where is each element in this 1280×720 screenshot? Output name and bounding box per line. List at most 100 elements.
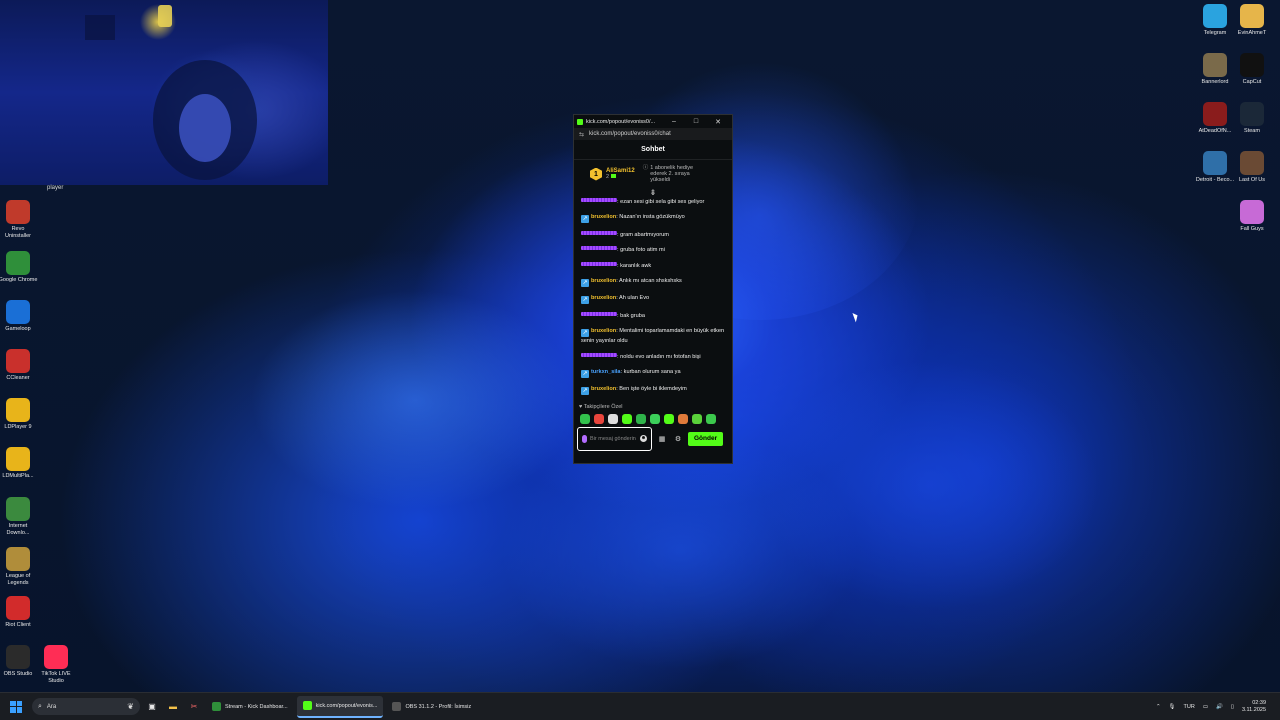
battery-icon[interactable]: ▯ [1231,704,1234,710]
mic-icon[interactable] [582,434,587,443]
wallpaper-bloom [500,430,860,670]
gift-icon[interactable]: ▦ [656,435,668,443]
chat-popout-window[interactable]: kick.com/popout/evoniss0/... – □ ✕ ⇆ kic… [573,114,733,464]
clock[interactable]: 02:39 3.11.2025 [1242,700,1266,714]
emoji-icon[interactable]: ☻ [640,435,647,443]
window-titlebar[interactable]: kick.com/popout/evoniss0/... – □ ✕ [574,115,732,128]
verified-badge-icon: ↗ [581,329,589,338]
send-button[interactable]: Gönder [688,431,724,446]
desktop-shortcut[interactable]: CapCut [1232,53,1272,86]
desktop-shortcut[interactable]: Telegram [1195,4,1235,37]
chat-username[interactable]: bruxelion [591,278,616,284]
chat-username[interactable]: turkxn_sila [591,369,621,375]
chat-username[interactable]: bruxelion [591,328,616,334]
obs-icon [392,702,402,711]
chat-username[interactable]: bruxelion [591,386,616,392]
ccleaner-icon [6,349,30,373]
task-view-icon[interactable]: ▣ [143,698,161,716]
scroll-down-icon[interactable]: ⇟ [574,188,732,198]
emote-icon[interactable] [678,413,688,424]
minimize-icon[interactable]: – [663,118,685,125]
chat-username[interactable] [581,198,617,202]
chat-message: : gram abartmıyorum [581,230,725,239]
maximize-icon[interactable]: □ [685,118,707,125]
taskbar-app[interactable]: OBS 31.1.2 - Profil: İsimsiz [386,696,477,718]
desktop-shortcut[interactable]: Google Chrome [0,251,38,284]
emote-icon[interactable] [650,413,660,424]
chat-message: ↗ bruxelion: Anlık mı atcan shskshsks [581,277,725,287]
desktop-shortcut[interactable]: LDPlayer 9 [0,398,38,431]
heart-icon: ♥ [579,403,583,410]
desktop-shortcut[interactable]: Detroit - Beco... [1195,151,1235,184]
desktop-shortcut[interactable]: EvinAhmeT [1232,4,1272,37]
obs-icon [6,645,30,669]
desktop-shortcut-label: Last Of Us [1239,177,1265,183]
desktop-shortcut[interactable]: TikTok LIVE Studio [36,645,76,685]
chat-message: : bak gruba [581,311,725,320]
emote-icon[interactable] [706,413,716,424]
chat-username[interactable] [581,230,617,235]
url-bar[interactable]: ⇆ kick.com/popout/evoniss0/chat [574,128,732,140]
chat-message: : gruba foto atim mi [581,246,725,254]
desktop-shortcut[interactable]: League of Legends [0,547,38,587]
desktop-shortcut[interactable]: Internet Downlo... [0,497,38,537]
emote-icon[interactable] [636,413,646,424]
mic-tray-icon[interactable]: 🎙 [1169,704,1176,710]
chat-username[interactable] [581,261,617,266]
revo-icon [6,200,30,224]
mouse-cursor-icon [852,311,860,323]
desktop-shortcut[interactable]: Bannerlord [1195,53,1235,86]
emote-icon[interactable] [692,413,702,424]
chat-username[interactable]: bruxelion [591,214,616,220]
desktop-shortcut[interactable]: LDMultiPla... [0,447,38,480]
language-indicator[interactable]: TUR [1184,704,1195,710]
desktop-shortcut[interactable]: Gameloop [0,300,38,333]
capcut-icon [1240,53,1264,77]
tray-expand-icon[interactable]: ⌃ [1156,704,1161,710]
desktop-shortcut[interactable]: Steam [1232,102,1272,135]
kick-icon [302,701,312,710]
windows-start-icon[interactable] [10,700,22,713]
desktop-shortcut-label: LDMultiPla... [2,473,34,479]
close-icon[interactable]: ✕ [707,118,729,126]
webcam-person-silhouette [85,5,257,180]
desktop-shortcut[interactable]: Fall Guys [1232,200,1272,233]
snipping-tool-icon[interactable]: ✂ [185,698,203,716]
desktop-shortcut[interactable]: AtDeadOfN... [1195,102,1235,135]
network-icon[interactable]: ▭ [1203,704,1208,710]
ldplayer-icon [6,398,30,422]
emote-icon[interactable] [664,413,674,424]
rank-badge-icon: 1 [590,167,602,181]
desktop-shortcut-label: Internet Downlo... [6,523,30,536]
chat-username[interactable] [581,352,617,357]
desktop-shortcut[interactable]: Revo Uninstaller [0,200,38,240]
chat-username[interactable] [581,311,617,316]
emote-icon[interactable] [580,413,590,424]
chat-message-text: : Ah ulan Evo [616,295,650,302]
emote-icon[interactable] [594,413,604,424]
desktop-shortcut[interactable]: Last Of Us [1232,151,1272,184]
volume-icon[interactable]: 🔊 [1216,704,1223,710]
desktop-shortcut-label: LDPlayer 9 [4,424,32,430]
settings-icon[interactable]: ⚙ [672,435,684,443]
desktop-shortcut[interactable]: OBS Studio [0,645,38,678]
chat-input[interactable]: Bir mesaj gönderin ☻ [577,426,652,451]
chat-username[interactable] [581,246,617,251]
chat-username[interactable]: bruxelion [591,295,616,301]
desktop-shortcut[interactable]: Riot Client [0,596,38,629]
pinned-gift-banner: 1 AliSami12 2 ⓘ 1 abonelik hediye ederek… [574,160,732,188]
emote-icon[interactable] [622,413,632,424]
desktop-shortcut-label: Telegram [1203,30,1227,36]
file-explorer-icon[interactable]: ▬ [164,698,182,716]
taskbar-search[interactable]: ⌕ Ara ❦ [32,698,140,715]
desktop-shortcut-label: Revo Uninstaller [5,226,31,239]
desktop-shortcut-label: League of Legends [5,573,31,586]
site-settings-icon[interactable]: ⇆ [579,131,584,138]
taskbar-app-label: Stream - Kick Dashboar... [225,703,288,710]
taskbar-app[interactable]: kick.com/popout/evonis... [296,695,384,718]
tiktok-icon [44,645,68,669]
emote-icon[interactable] [608,413,618,424]
webcam-label: player [47,185,64,191]
taskbar-app[interactable]: Stream - Kick Dashboar... [206,696,294,718]
desktop-shortcut[interactable]: CCleaner [0,349,38,382]
